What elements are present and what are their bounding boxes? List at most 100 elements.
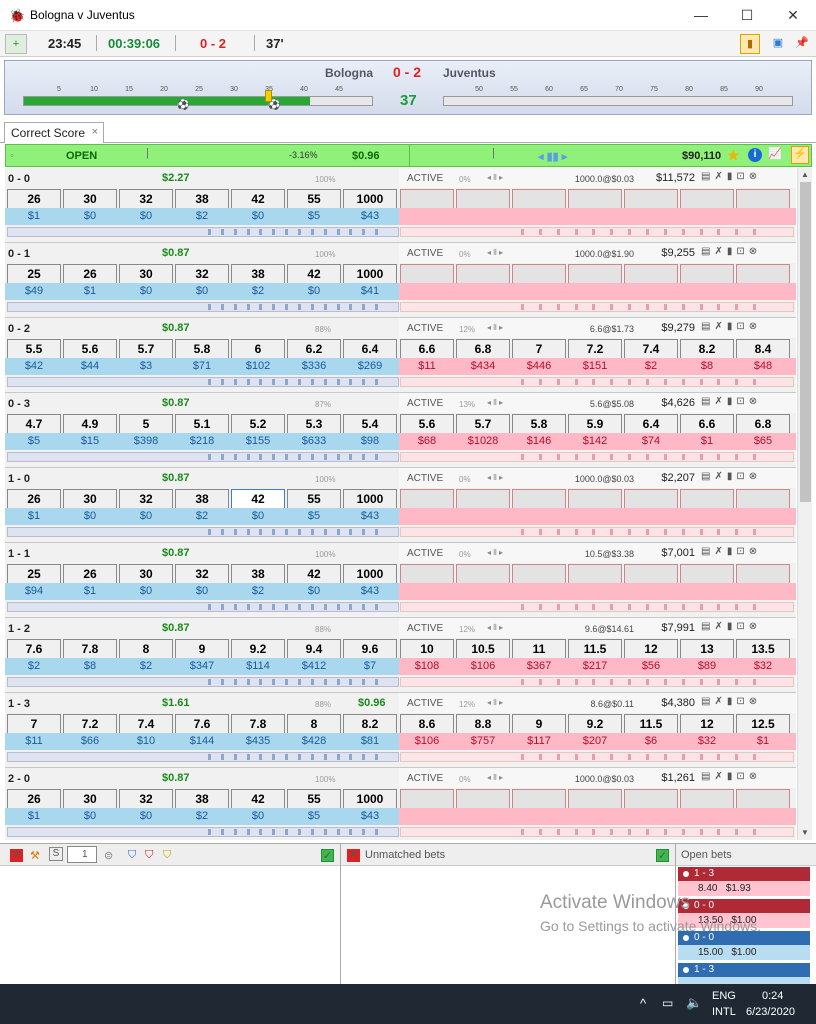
ladder-nav-icon[interactable]: ◂ ⦀ ▸ bbox=[487, 173, 503, 183]
shield-yellow-icon[interactable]: ⛉ bbox=[163, 849, 171, 862]
cancel-all-icon[interactable]: ✕ bbox=[10, 849, 23, 862]
back-price-button[interactable]: 7.2 bbox=[63, 714, 117, 734]
lay-price-button[interactable]: 6.6 bbox=[400, 339, 454, 359]
back-price-button[interactable]: 1000 bbox=[343, 789, 397, 809]
ladder-nav-icon[interactable]: ◂ ⦀ ▸ bbox=[487, 773, 503, 783]
close-tab-icon[interactable]: × bbox=[92, 126, 98, 138]
cancel-unmatched-icon[interactable]: ✕ bbox=[347, 849, 360, 862]
back-price-button[interactable]: 9.4 bbox=[287, 639, 341, 659]
ladder-nav-icon[interactable]: ◂ ⦀ ▸ bbox=[487, 548, 503, 558]
ladder-nav-icon[interactable]: ◂ ⦀ ▸ bbox=[487, 323, 503, 333]
lay-price-button[interactable]: 8.8 bbox=[456, 714, 510, 734]
chart-icon[interactable]: ▮ bbox=[740, 34, 760, 54]
back-price-button[interactable]: 32 bbox=[119, 489, 173, 509]
back-price-button[interactable]: 9.6 bbox=[343, 639, 397, 659]
lay-price-button[interactable]: 6.6 bbox=[680, 414, 734, 434]
star-icon[interactable]: ★ bbox=[727, 147, 740, 164]
scroll-down-icon[interactable]: ▼ bbox=[801, 828, 809, 837]
lay-price-button[interactable]: 7.4 bbox=[624, 339, 678, 359]
tray-date[interactable]: 6/23/2020 bbox=[746, 1006, 795, 1018]
back-price-button[interactable]: 32 bbox=[119, 789, 173, 809]
back-price-button[interactable]: 55 bbox=[287, 189, 341, 209]
back-price-button[interactable]: 1000 bbox=[343, 189, 397, 209]
back-price-button[interactable]: 5 bbox=[119, 414, 173, 434]
open-bet-item[interactable]: 0 - 0 13.50 $1.00 bbox=[678, 899, 810, 930]
selection-tools-icon[interactable]: ▤✗▮⊡⊗ bbox=[701, 696, 761, 707]
lay-price-button[interactable]: 8.4 bbox=[736, 339, 790, 359]
language[interactable]: ENG bbox=[712, 990, 736, 1002]
back-price-button[interactable]: 5.2 bbox=[231, 414, 285, 434]
back-price-button[interactable]: 55 bbox=[287, 789, 341, 809]
back-price-button[interactable]: 7.8 bbox=[63, 639, 117, 659]
lay-price-button[interactable]: 7 bbox=[512, 339, 566, 359]
back-price-button[interactable]: 6.4 bbox=[343, 339, 397, 359]
lay-price-button[interactable] bbox=[736, 564, 790, 584]
tray-chevron-icon[interactable]: ^ bbox=[640, 996, 646, 1011]
lay-price-button[interactable]: 10 bbox=[400, 639, 454, 659]
back-price-button[interactable]: 1000 bbox=[343, 489, 397, 509]
lay-price-button[interactable] bbox=[624, 489, 678, 509]
ladder-nav-icon[interactable]: ◂ ⦀ ▸ bbox=[487, 398, 503, 408]
shield-red-icon[interactable]: ⛉ bbox=[145, 849, 153, 862]
lay-price-button[interactable]: 12 bbox=[680, 714, 734, 734]
lay-price-button[interactable] bbox=[568, 789, 622, 809]
lay-price-button[interactable]: 7.2 bbox=[568, 339, 622, 359]
lay-price-button[interactable] bbox=[512, 564, 566, 584]
selection-tools-icon[interactable]: ▤✗▮⊡⊗ bbox=[701, 396, 761, 407]
lay-price-button[interactable]: 11.5 bbox=[624, 714, 678, 734]
lay-price-button[interactable]: 9.2 bbox=[568, 714, 622, 734]
selection-tools-icon[interactable]: ▤✗▮⊡⊗ bbox=[701, 321, 761, 332]
back-price-button[interactable]: 26 bbox=[7, 189, 61, 209]
back-price-button[interactable]: 38 bbox=[231, 264, 285, 284]
back-price-button[interactable]: 7.8 bbox=[231, 714, 285, 734]
back-price-button[interactable]: 5.3 bbox=[287, 414, 341, 434]
lay-price-button[interactable]: 5.6 bbox=[400, 414, 454, 434]
lay-price-button[interactable] bbox=[400, 789, 454, 809]
lay-price-button[interactable] bbox=[736, 264, 790, 284]
lay-price-button[interactable] bbox=[400, 189, 454, 209]
selection-tools-icon[interactable]: ▤✗▮⊡⊗ bbox=[701, 471, 761, 482]
back-price-button[interactable]: 32 bbox=[175, 564, 229, 584]
lay-price-button[interactable]: 6.8 bbox=[736, 414, 790, 434]
back-price-button[interactable]: 30 bbox=[63, 789, 117, 809]
lay-price-button[interactable]: 8.2 bbox=[680, 339, 734, 359]
back-price-button[interactable]: 7 bbox=[7, 714, 61, 734]
back-price-button[interactable]: 8 bbox=[287, 714, 341, 734]
lay-price-button[interactable]: 9 bbox=[512, 714, 566, 734]
collapse-icon[interactable]: ◦ bbox=[10, 150, 14, 162]
lay-price-button[interactable]: 13.5 bbox=[736, 639, 790, 659]
ladder-nav-icon[interactable]: ◂ ⦀ ▸ bbox=[487, 623, 503, 633]
lay-price-button[interactable] bbox=[456, 564, 510, 584]
lay-price-button[interactable] bbox=[680, 189, 734, 209]
selection-tools-icon[interactable]: ▤✗▮⊡⊗ bbox=[701, 171, 761, 182]
lay-price-button[interactable]: 5.9 bbox=[568, 414, 622, 434]
back-price-button[interactable]: 5.1 bbox=[175, 414, 229, 434]
open-bet-item[interactable]: 0 - 0 15.00 $1.00 bbox=[678, 931, 810, 962]
shield-blue-icon[interactable]: ⛉ bbox=[128, 849, 136, 862]
settings-icon[interactable]: ⊜ bbox=[104, 849, 113, 862]
back-price-button[interactable]: 5.6 bbox=[63, 339, 117, 359]
selection-tools-icon[interactable]: ▤✗▮⊡⊗ bbox=[701, 771, 761, 782]
info-icon[interactable]: i bbox=[748, 148, 762, 162]
back-price-button[interactable]: 7.6 bbox=[7, 639, 61, 659]
stake-mode-icon[interactable]: S bbox=[49, 847, 63, 861]
back-price-button[interactable]: 30 bbox=[63, 489, 117, 509]
lay-price-button[interactable] bbox=[680, 489, 734, 509]
selection-tools-icon[interactable]: ▤✗▮⊡⊗ bbox=[701, 546, 761, 557]
back-price-button[interactable]: 9 bbox=[175, 639, 229, 659]
lay-price-button[interactable] bbox=[736, 489, 790, 509]
back-price-button[interactable]: 30 bbox=[63, 189, 117, 209]
tray-clock[interactable]: 0:24 bbox=[762, 990, 783, 1002]
back-price-button[interactable]: 7.6 bbox=[175, 714, 229, 734]
back-price-button[interactable]: 1000 bbox=[343, 564, 397, 584]
back-price-button[interactable]: 7.4 bbox=[119, 714, 173, 734]
back-price-button[interactable]: 6.2 bbox=[287, 339, 341, 359]
lay-price-button[interactable] bbox=[680, 789, 734, 809]
back-price-button[interactable]: 25 bbox=[7, 564, 61, 584]
lay-price-button[interactable]: 6.4 bbox=[624, 414, 678, 434]
back-price-button[interactable]: 26 bbox=[63, 564, 117, 584]
back-price-button[interactable]: 32 bbox=[119, 189, 173, 209]
add-window-icon[interactable]: ▣ bbox=[768, 34, 788, 54]
lay-price-button[interactable]: 5.8 bbox=[512, 414, 566, 434]
pin-icon[interactable]: 📌 bbox=[792, 34, 812, 54]
